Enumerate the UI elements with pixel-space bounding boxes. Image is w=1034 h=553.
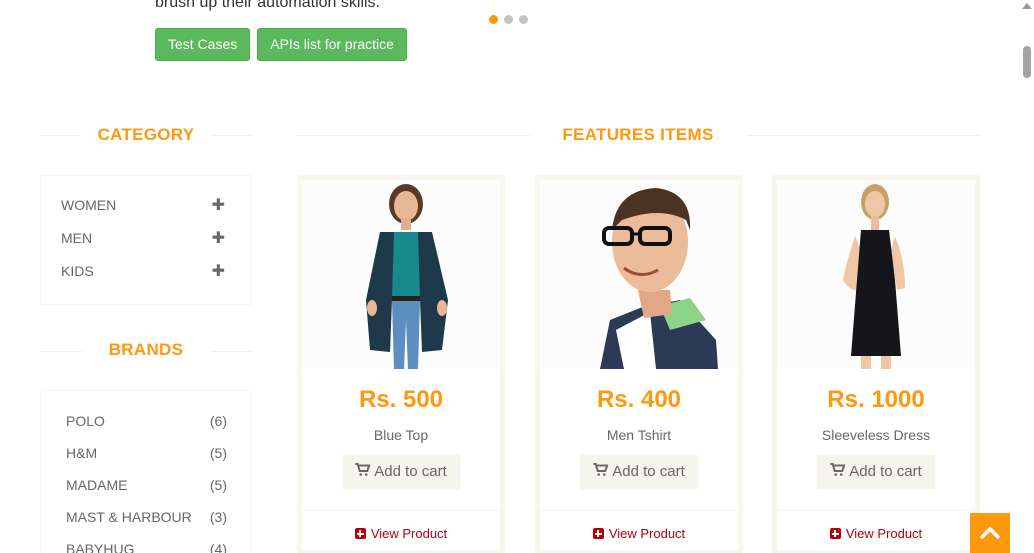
- category-item-women[interactable]: WOMEN ✚: [61, 195, 225, 215]
- features-title: FEATURES ITEMS: [530, 125, 746, 145]
- carousel-dot-1[interactable]: [489, 15, 498, 24]
- category-item-kids[interactable]: KIDS ✚: [61, 261, 225, 281]
- hero-buttons: Test Cases APIs list for practice: [155, 28, 407, 61]
- brand-count: (6): [209, 413, 227, 429]
- carousel-dot-3[interactable]: [519, 15, 528, 24]
- product-name: Sleeveless Dress: [821, 427, 931, 443]
- category-item-men[interactable]: MEN ✚: [61, 228, 225, 248]
- apis-list-button[interactable]: APIs list for practice: [257, 28, 407, 61]
- view-product-label: View Product: [370, 526, 448, 541]
- add-to-cart-label: Add to cart: [612, 463, 685, 480]
- plus-square-icon: [354, 528, 366, 539]
- card-divider: [777, 510, 975, 511]
- brand-name: MAST & HARBOUR: [66, 509, 192, 525]
- shopping-cart-icon: [593, 455, 609, 489]
- brand-item-babyhug[interactable]: BABYHUG (4): [66, 539, 227, 553]
- plus-icon[interactable]: ✚: [212, 228, 225, 248]
- shopping-cart-icon: [830, 455, 846, 489]
- plus-icon[interactable]: ✚: [212, 261, 225, 281]
- view-product-label: View Product: [845, 526, 923, 541]
- brand-count: (4): [209, 541, 227, 553]
- brand-count: (5): [209, 477, 227, 493]
- brand-item-polo[interactable]: POLO (6): [66, 411, 227, 431]
- brand-name: BABYHUG: [66, 541, 135, 553]
- scroll-up-arrow-icon[interactable]: [1022, 3, 1032, 9]
- product-image-sleeveless-dress: [777, 180, 975, 369]
- test-cases-button[interactable]: Test Cases: [155, 28, 251, 61]
- add-to-cart-button[interactable]: Add to cart: [817, 455, 935, 489]
- product-price: Rs. 1000: [827, 386, 925, 413]
- add-to-cart-button[interactable]: Add to cart: [580, 455, 698, 489]
- brand-count: (3): [209, 509, 227, 525]
- brand-count: (5): [209, 445, 227, 461]
- product-name: Men Tshirt: [606, 427, 672, 443]
- product-card: Rs. 500 Blue Top Add to cart View Produc…: [297, 175, 505, 553]
- brand-name: POLO: [66, 413, 105, 429]
- carousel-dot-2[interactable]: [504, 15, 513, 24]
- shopping-cart-icon: [355, 455, 371, 489]
- brands-panel: POLO (6) H&M (5) MADAME (5) MAST & HARBO…: [40, 390, 252, 553]
- product-price: Rs. 400: [596, 386, 682, 413]
- brand-item-madame[interactable]: MADAME (5): [66, 475, 227, 495]
- brand-name: MADAME: [66, 477, 128, 493]
- product-card: Rs. 1000 Sleeveless Dress Add to cart Vi…: [772, 175, 980, 553]
- brand-item-hm[interactable]: H&M (5): [66, 443, 227, 463]
- card-divider: [540, 510, 738, 511]
- view-product-link[interactable]: View Product: [540, 526, 738, 541]
- product-price: Rs. 500: [358, 386, 444, 413]
- category-label: MEN: [61, 230, 93, 246]
- category-label: KIDS: [61, 263, 94, 279]
- add-to-cart-button[interactable]: Add to cart: [342, 455, 460, 489]
- product-card: Rs. 400 Men Tshirt Add to cart View Prod…: [535, 175, 743, 553]
- hero-tagline: brush up their automation skills.: [155, 0, 380, 11]
- product-name: Blue Top: [373, 427, 429, 443]
- category-label: WOMEN: [61, 197, 117, 213]
- plus-icon[interactable]: ✚: [212, 195, 225, 215]
- brands-title: BRANDS: [82, 340, 210, 360]
- page: brush up their automation skills. Test C…: [0, 0, 1034, 553]
- chevron-up-icon: [979, 526, 1001, 540]
- carousel-indicators: [489, 15, 528, 24]
- plus-square-icon: [829, 528, 841, 539]
- view-product-label: View Product: [608, 526, 686, 541]
- category-title: CATEGORY: [80, 125, 212, 145]
- scrollbar-thumb[interactable]: [1023, 46, 1031, 78]
- product-image-men-tshirt: [540, 180, 738, 369]
- plus-square-icon: [592, 528, 604, 539]
- product-image-blue-top: [302, 180, 500, 369]
- card-divider: [302, 510, 500, 511]
- brand-item-mast-harbour[interactable]: MAST & HARBOUR (3): [66, 507, 227, 527]
- scroll-to-top-button[interactable]: [970, 513, 1010, 553]
- page-scrollbar[interactable]: [1019, 0, 1034, 553]
- category-panel: WOMEN ✚ MEN ✚ KIDS ✚: [40, 175, 252, 305]
- view-product-link[interactable]: View Product: [777, 526, 975, 541]
- brand-name: H&M: [66, 445, 98, 461]
- add-to-cart-label: Add to cart: [374, 463, 447, 480]
- add-to-cart-label: Add to cart: [849, 463, 922, 480]
- view-product-link[interactable]: View Product: [302, 526, 500, 541]
